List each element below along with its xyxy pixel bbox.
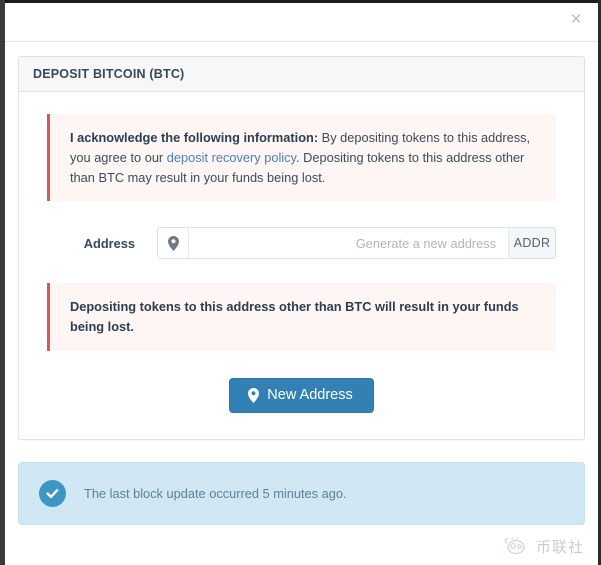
block-update-alert: The last block update occurred 5 minutes…	[18, 462, 585, 526]
panel-body: I acknowledge the following information:…	[19, 92, 584, 439]
acknowledge-alert: I acknowledge the following information:…	[47, 114, 556, 202]
watermark: 币联社	[503, 535, 584, 557]
map-marker-icon	[248, 387, 260, 403]
check-circle-icon	[39, 480, 66, 508]
deposit-recovery-policy-link[interactable]: deposit recovery policy	[167, 150, 296, 165]
map-marker-icon	[157, 227, 188, 260]
warning-alert-text: Depositing tokens to this address other …	[70, 299, 519, 335]
acknowledge-alert-strong: I acknowledge the following information:	[70, 130, 319, 145]
panel-heading: DEPOSIT BITCOIN (BTC)	[19, 57, 584, 92]
watermark-logo-icon	[503, 535, 529, 557]
address-form-row: Address ADDR	[47, 227, 556, 260]
block-update-message: The last block update occurred 5 minutes…	[84, 486, 347, 502]
new-address-button-label: New Address	[267, 387, 353, 404]
page-title: DEPOSIT BITCOIN (BTC)	[33, 67, 185, 81]
watermark-text: 币联社	[535, 537, 584, 556]
modal-header: ×	[5, 3, 598, 42]
address-input-group: ADDR	[157, 227, 556, 260]
warning-alert: Depositing tokens to this address other …	[47, 283, 556, 352]
modal-body: DEPOSIT BITCOIN (BTC) I acknowledge the …	[5, 42, 598, 526]
button-row: New Address	[47, 378, 556, 414]
address-field-label: Address	[83, 235, 135, 251]
modal-dialog: × DEPOSIT BITCOIN (BTC) I acknowledge th…	[5, 3, 598, 565]
new-address-button[interactable]: New Address	[229, 378, 374, 414]
close-icon[interactable]: ×	[566, 10, 586, 30]
address-input[interactable]	[188, 227, 509, 260]
deposit-panel: DEPOSIT BITCOIN (BTC) I acknowledge the …	[18, 56, 585, 441]
address-currency-suffix: ADDR	[509, 227, 556, 260]
